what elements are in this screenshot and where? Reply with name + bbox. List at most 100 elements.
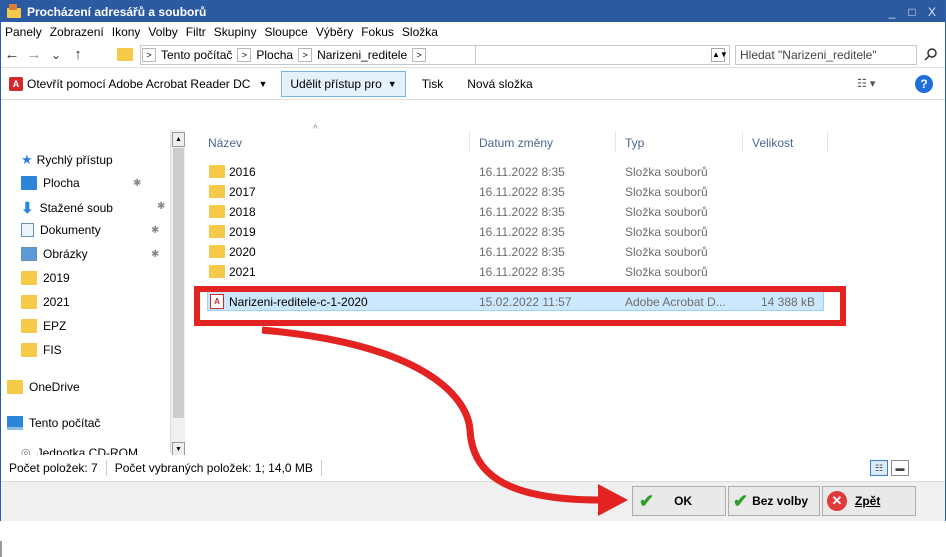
scrollbar-thumb[interactable]: [173, 148, 184, 418]
sidebar-item-quick-access[interactable]: ★ Rychlý přístup: [21, 152, 113, 168]
back-arrow-icon[interactable]: ←: [1, 46, 23, 63]
sidebar-item-label: EPZ: [43, 319, 67, 333]
breadcrumb-separator[interactable]: >: [298, 48, 313, 62]
menu-sloupce[interactable]: Sloupce: [264, 25, 307, 39]
maximize-button[interactable]: □: [905, 5, 919, 19]
chevron-down-icon: ▼: [258, 78, 268, 89]
column-header-date[interactable]: Datum změny: [479, 136, 553, 150]
large-icons-view-icon[interactable]: ▬: [891, 460, 909, 476]
sidebar-scrollbar[interactable]: ▲ ▼: [170, 130, 185, 455]
column-header-size[interactable]: Velikost: [752, 136, 793, 150]
column-divider[interactable]: [742, 132, 743, 152]
menu-panely[interactable]: Panely: [5, 25, 42, 39]
pin-icon[interactable]: ✱: [133, 178, 141, 189]
sidebar-item-desktop[interactable]: Plocha: [21, 176, 80, 190]
column-header-name[interactable]: Název: [208, 136, 242, 150]
menu-filtr[interactable]: Filtr: [186, 25, 206, 39]
sidebar-item-cd-rom[interactable]: ◎ Jednotka CD-ROM: [21, 446, 138, 455]
breadcrumb-desktop[interactable]: Plocha: [252, 48, 297, 62]
table-row[interactable]: 2016 16.11.2022 8:35 Složka souborů: [207, 162, 827, 182]
folder-icon: [21, 295, 37, 309]
sidebar-item-documents[interactable]: Dokumenty: [21, 223, 101, 237]
pin-icon[interactable]: ✱: [157, 201, 165, 212]
status-divider: [320, 460, 322, 476]
table-row[interactable]: 2018 16.11.2022 8:35 Složka souborů: [207, 202, 827, 222]
view-options-icon[interactable]: ☷ ▾: [857, 77, 875, 90]
sidebar-item-downloads[interactable]: ⬇ Stažené soub: [21, 199, 113, 217]
file-date: 16.11.2022 8:35: [479, 185, 565, 199]
menu-volby[interactable]: Volby: [148, 25, 177, 39]
column-divider[interactable]: [469, 132, 470, 152]
details-view-icon[interactable]: ☷: [870, 460, 888, 476]
open-with-label: Otevřít pomocí Adobe Acrobat Reader DC: [27, 76, 251, 91]
cd-icon: ◎: [21, 447, 31, 455]
share-button[interactable]: Udělit přístup pro ▼: [281, 70, 406, 97]
scroll-down-icon[interactable]: ▼: [172, 442, 185, 455]
file-date: 16.11.2022 8:35: [479, 165, 565, 179]
sidebar-item-2021[interactable]: 2021: [21, 295, 70, 309]
breadcrumb-this-pc[interactable]: Tento počítač: [157, 48, 236, 62]
column-divider[interactable]: [615, 132, 616, 152]
menu-zobrazeni[interactable]: Zobrazení: [50, 25, 104, 39]
print-button[interactable]: Tisk: [422, 77, 444, 91]
address-field[interactable]: ▲▼: [476, 45, 730, 65]
sidebar-item-pictures[interactable]: Obrázky: [21, 247, 88, 261]
sidebar-item-label: OneDrive: [29, 380, 80, 394]
column-header-type[interactable]: Typ: [625, 136, 644, 150]
menu-ikony[interactable]: Ikony: [112, 25, 141, 39]
close-button[interactable]: X: [925, 5, 939, 19]
menu-vybery[interactable]: Výběry: [316, 25, 353, 39]
menu-fokus[interactable]: Fokus: [361, 25, 394, 39]
page-edge-mark: [0, 541, 2, 557]
sidebar-item-2019[interactable]: 2019: [21, 271, 70, 285]
menu-bar: Panely Zobrazení Ikony Volby Filtr Skupi…: [1, 22, 945, 42]
checkmark-icon: ✔: [733, 490, 749, 511]
address-dropdown-icon[interactable]: ▲▼: [711, 48, 728, 62]
search-icon[interactable]: [923, 47, 939, 63]
menu-slozka[interactable]: Složka: [402, 25, 438, 39]
no-choice-button[interactable]: ✔ Bez volby: [728, 486, 820, 516]
open-with-button[interactable]: A Otevřít pomocí Adobe Acrobat Reader DC ▼: [9, 76, 268, 91]
documents-icon: [21, 223, 34, 237]
back-button[interactable]: ✕ Zpět: [822, 486, 916, 516]
status-bar: Počet položek: 7 Počet vybraných položek…: [1, 455, 945, 481]
table-row[interactable]: 2021 16.11.2022 8:35 Složka souborů: [207, 262, 827, 280]
sidebar-item-fis[interactable]: FIS: [21, 343, 62, 357]
file-name: 2021: [229, 265, 256, 279]
breadcrumb: > Tento počítač > Plocha > Narizeni_redi…: [140, 45, 476, 65]
breadcrumb-separator[interactable]: >: [237, 48, 252, 62]
table-row[interactable]: 2017 16.11.2022 8:35 Složka souborů: [207, 182, 827, 202]
view-switcher: ☷ ▬: [867, 460, 909, 476]
sidebar-item-this-pc[interactable]: Tento počítač: [7, 416, 100, 430]
file-type: Složka souborů: [625, 205, 708, 219]
table-row[interactable]: 2020 16.11.2022 8:35 Složka souborů: [207, 242, 827, 262]
chevron-down-icon: ▼: [387, 78, 397, 89]
folder-icon: [209, 265, 225, 278]
table-row[interactable]: 2019 16.11.2022 8:35 Složka souborů: [207, 222, 827, 242]
breadcrumb-separator[interactable]: >: [412, 48, 427, 62]
help-icon[interactable]: ?: [915, 75, 933, 93]
file-date: 16.11.2022 8:35: [479, 205, 565, 219]
column-divider[interactable]: [827, 132, 828, 152]
sidebar-item-onedrive[interactable]: OneDrive: [7, 380, 80, 394]
new-folder-button[interactable]: Nová složka: [467, 77, 532, 91]
scroll-up-icon[interactable]: ▲: [172, 132, 185, 147]
sidebar-item-epz[interactable]: EPZ: [21, 319, 66, 333]
navigation-pane: ★ Rychlý přístup Plocha ✱ ⬇ Stažené soub…: [1, 100, 187, 455]
sidebar-item-label: Rychlý přístup: [36, 153, 113, 167]
forward-arrow-icon[interactable]: →: [23, 46, 45, 63]
location-folder-icon: [117, 48, 133, 61]
file-date: 16.11.2022 8:35: [479, 225, 565, 239]
recent-locations-icon[interactable]: ⌄: [45, 48, 67, 62]
up-arrow-icon[interactable]: ↑: [67, 46, 89, 63]
minimize-button[interactable]: _: [885, 5, 899, 19]
breadcrumb-folder[interactable]: Narizeni_reditele: [313, 48, 411, 62]
pin-icon[interactable]: ✱: [151, 225, 159, 236]
ok-button[interactable]: ✔ OK: [632, 486, 726, 516]
file-name: 2020: [229, 245, 256, 259]
menu-skupiny[interactable]: Skupiny: [214, 25, 257, 39]
breadcrumb-separator[interactable]: >: [142, 48, 156, 62]
file-name: 2018: [229, 205, 256, 219]
search-input[interactable]: Hledat "Narizeni_reditele": [735, 45, 917, 65]
pin-icon[interactable]: ✱: [151, 249, 159, 260]
